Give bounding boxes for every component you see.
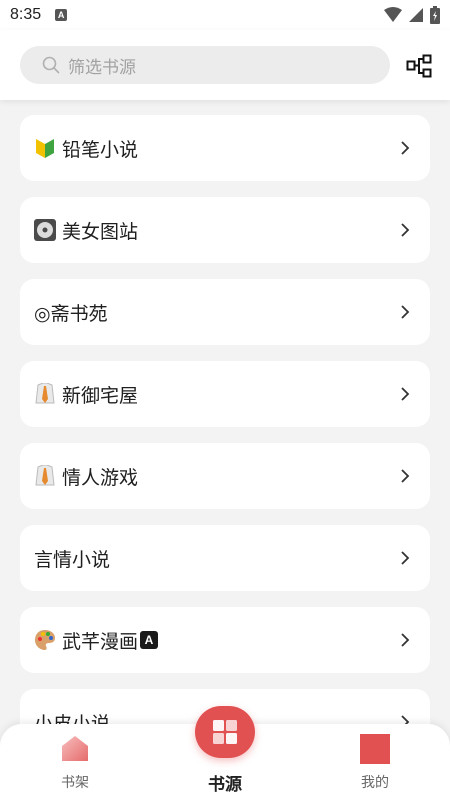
item-label-wrap: 情人游戏 <box>34 463 138 490</box>
battery-icon <box>430 6 440 24</box>
shirt-tie-icon <box>34 383 56 405</box>
source-list[interactable]: 铅笔小说 美女图站 ◎斋书苑 新御宅屋 情人游戏 言情小说 武芊漫画 A <box>0 100 450 800</box>
search-input[interactable]: 筛选书源 <box>20 46 390 84</box>
chevron-right-icon <box>401 305 410 319</box>
chevron-right-icon <box>401 551 410 565</box>
dvd-icon <box>34 219 56 241</box>
item-label-wrap: 美女图站 <box>34 217 138 244</box>
nav-mine-label: 我的 <box>361 775 389 791</box>
chevron-right-icon <box>401 223 410 237</box>
search-placeholder: 筛选书源 <box>68 57 136 78</box>
tree-structure-icon <box>406 54 432 78</box>
list-item[interactable]: 情人游戏 <box>20 443 430 509</box>
list-item[interactable]: 美女图站 <box>20 197 430 263</box>
list-item[interactable]: 言情小说 <box>20 525 430 591</box>
notification-a-icon: A <box>55 9 68 21</box>
beginner-badge-icon <box>34 137 56 159</box>
item-label-wrap: 铅笔小说 <box>34 135 138 162</box>
sources-fab-button[interactable] <box>195 706 255 758</box>
profile-square-icon <box>360 734 390 764</box>
nav-bookshelf[interactable]: 书架 <box>0 724 150 800</box>
nav-sources-label: 书源 <box>208 775 242 795</box>
status-icons <box>384 6 440 24</box>
status-bar: 8:35 A <box>0 0 450 30</box>
item-label-wrap: 言情小说 <box>34 545 110 572</box>
bookshelf-icon <box>62 736 88 761</box>
nav-mine[interactable]: 我的 <box>300 724 450 800</box>
item-label: 铅笔小说 <box>62 138 139 161</box>
item-label-wrap: 新御宅屋 <box>34 381 138 408</box>
item-label: 言情小说 <box>34 548 111 571</box>
list-item[interactable]: 新御宅屋 <box>20 361 430 427</box>
item-label: 新御宅屋 <box>62 384 139 407</box>
item-label-wrap: 武芊漫画 A <box>34 627 159 654</box>
search-icon <box>42 56 60 74</box>
shirt-tie-icon <box>34 465 56 487</box>
item-label: 美女图站 <box>62 220 139 243</box>
list-item[interactable]: 武芊漫画 A <box>20 607 430 673</box>
chevron-right-icon <box>401 141 410 155</box>
chevron-right-icon <box>401 469 410 483</box>
item-label: 武芊漫画 <box>62 630 139 653</box>
item-label-wrap: ◎斋书苑 <box>34 299 108 326</box>
item-label: 情人游戏 <box>62 466 139 489</box>
letter-a-badge-icon: A <box>140 631 159 649</box>
signal-icon <box>409 8 423 22</box>
list-item[interactable]: 铅笔小说 <box>20 115 430 181</box>
item-label: ◎斋书苑 <box>34 302 108 325</box>
group-filter-button[interactable] <box>404 52 434 80</box>
chevron-right-icon <box>401 387 410 401</box>
status-time: 8:35 <box>10 6 42 23</box>
nav-bookshelf-label: 书架 <box>61 775 89 791</box>
header: 筛选书源 <box>0 30 450 100</box>
chevron-right-icon <box>401 633 410 647</box>
list-item[interactable]: ◎斋书苑 <box>20 279 430 345</box>
wifi-icon <box>384 7 402 22</box>
grid-icon <box>213 720 237 744</box>
palette-icon <box>34 629 56 651</box>
